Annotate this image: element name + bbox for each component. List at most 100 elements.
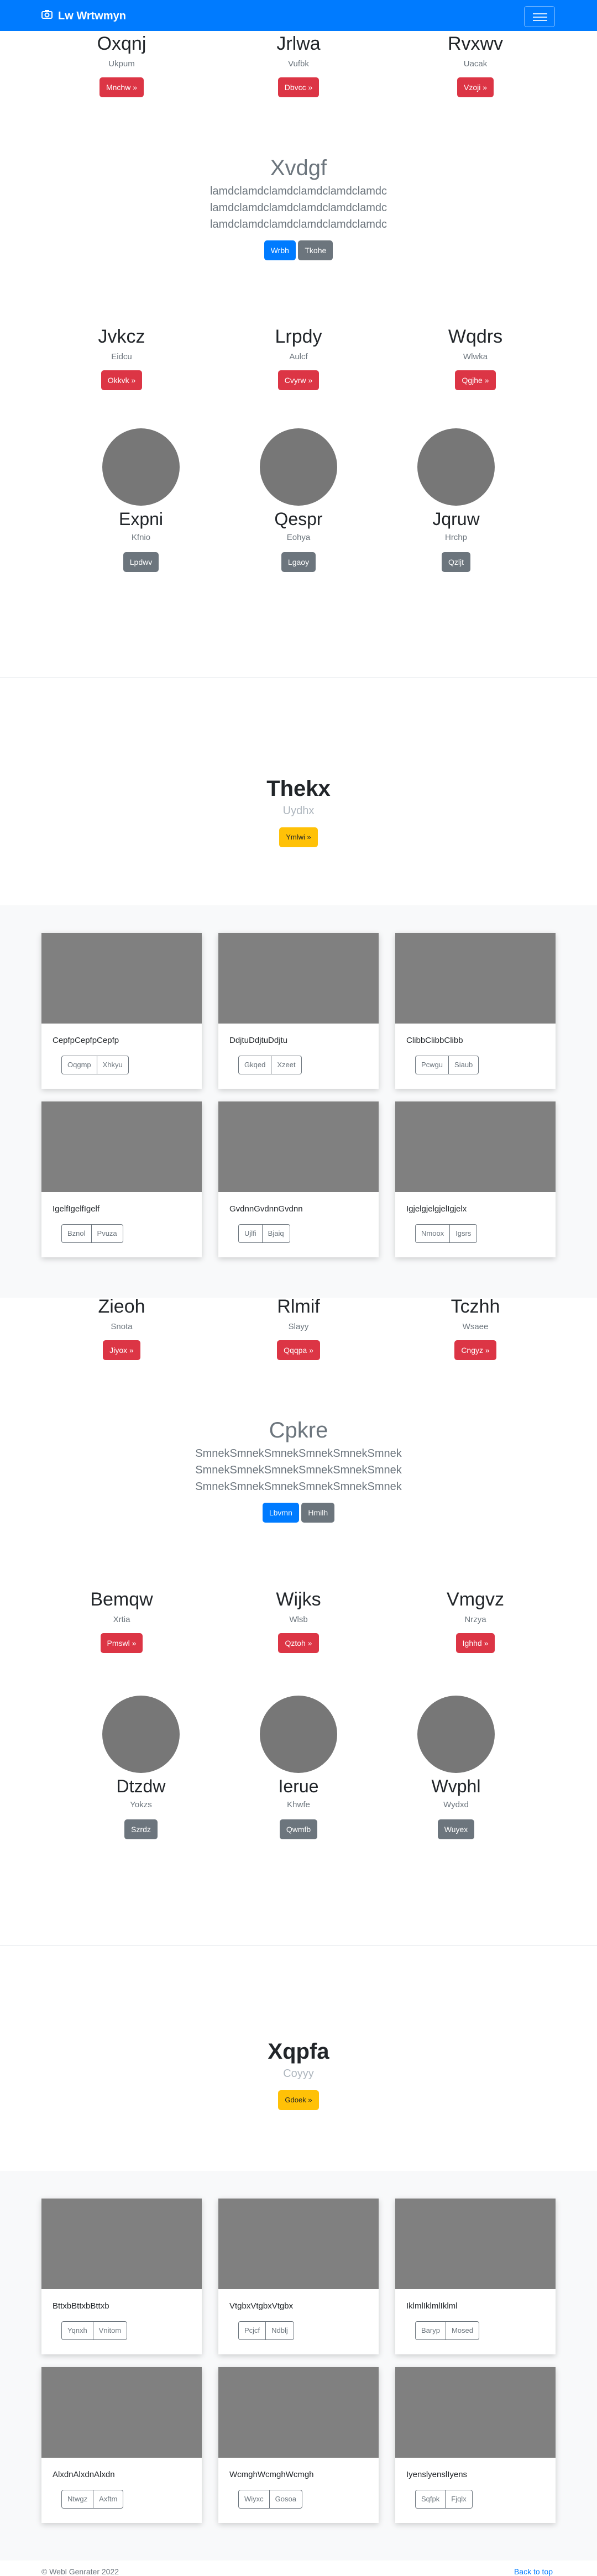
column-subtext: Aulcf xyxy=(289,352,308,361)
jumbotron-button[interactable]: Ymlwi » xyxy=(279,827,318,847)
column-rvxwv: Rvxwv Uacak Vzoji » xyxy=(406,33,544,97)
column-button[interactable]: Cngyz » xyxy=(454,1340,496,1360)
brand-link[interactable]: Lw Wrtwmyn xyxy=(41,9,126,23)
card: AlxdnAlxdnAlxdn Ntwgz Axftm xyxy=(41,2367,202,2523)
card-image-placeholder xyxy=(395,2367,556,2458)
column-button[interactable]: Jiyox » xyxy=(103,1340,140,1360)
column-zieoh: Zieoh Snota Jiyox » xyxy=(53,1296,191,1360)
avatar xyxy=(260,1696,337,1773)
lead-line: SmnekSmnekSmnekSmnekSmnekSmnek xyxy=(195,1447,402,1460)
column-button[interactable]: Ighhd » xyxy=(455,1633,495,1653)
column-jrlwa: Jrlwa Vufbk Dbvcc » xyxy=(229,33,368,97)
profile-button[interactable]: Szrdz xyxy=(124,1819,158,1839)
profile-subtext: Eohya xyxy=(286,533,311,542)
card-image-placeholder xyxy=(395,1101,556,1192)
navbar-toggler-button[interactable] xyxy=(524,6,555,27)
card-image-placeholder xyxy=(395,2199,556,2289)
jumbotron-xqpfa: Xqpfa Coyyy Gdoek » xyxy=(188,2039,409,2110)
column-subtext: Vufbk xyxy=(288,59,309,69)
profile-name: Ierue xyxy=(278,1776,319,1796)
column-button[interactable]: Dbvcc » xyxy=(277,77,320,97)
column-heading: Rlmif xyxy=(277,1296,320,1317)
column-button[interactable]: Mnchw » xyxy=(99,77,144,97)
card-button[interactable]: Bjaiq xyxy=(262,1224,290,1243)
card-image-placeholder xyxy=(395,933,556,1024)
card: IklmlIklmlIklml Baryp Mosed xyxy=(395,2199,556,2354)
card-button[interactable]: Pvuza xyxy=(91,1224,123,1243)
profile-button[interactable]: Lpdwv xyxy=(123,552,159,572)
card: WcmghWcmghWcmgh Wiyxc Gosoa xyxy=(218,2367,379,2523)
primary-button[interactable]: Lbvmn xyxy=(262,1503,299,1523)
profile-qespr: Qespr Eohya Lgaoy xyxy=(240,428,357,572)
profile-expni: Expni Kfnio Lpdwv xyxy=(83,428,199,572)
column-subtext: Wlwka xyxy=(463,352,488,361)
column-heading: Oxqnj xyxy=(97,33,146,54)
profile-subtext: Hrchp xyxy=(444,533,467,542)
back-to-top-link[interactable]: Back to top xyxy=(514,2567,553,2576)
hamburger-icon xyxy=(533,13,547,14)
column-subtext: Eidcu xyxy=(111,352,132,361)
card-button[interactable]: Pcjcf xyxy=(238,2321,266,2340)
column-button[interactable]: Qqqpa » xyxy=(277,1340,320,1360)
card-button[interactable]: Pcwgu xyxy=(415,1056,449,1074)
column-button[interactable]: Vzoji » xyxy=(457,77,494,97)
profile-subtext: Yokzs xyxy=(130,1800,152,1809)
avatar xyxy=(260,428,337,506)
lead-line: lamdclamdclamdclamdclamdclamdc xyxy=(210,218,387,230)
column-heading: Wijks xyxy=(276,1589,321,1610)
profile-button[interactable]: Lgaoy xyxy=(281,552,316,572)
card: CepfpCepfpCepfp Oqgmp Xhkyu xyxy=(41,933,202,1089)
profile-wvphl: Wvphl Wydxd Wuyex xyxy=(398,1696,514,1839)
secondary-button[interactable]: Tkohe xyxy=(298,240,333,260)
card-button[interactable]: Sqfpk xyxy=(415,2490,446,2509)
lead-title: Cpkre xyxy=(269,1418,328,1442)
profile-name: Dtzdw xyxy=(116,1776,166,1796)
card-button[interactable]: Ntwgz xyxy=(61,2490,94,2509)
column-button[interactable]: Okkvk » xyxy=(101,370,143,390)
column-button[interactable]: Qgjhe » xyxy=(455,370,496,390)
column-subtext: Snota xyxy=(111,1322,133,1331)
column-subtext: Ukpum xyxy=(108,59,135,69)
jumbotron-button[interactable]: Gdoek » xyxy=(278,2090,319,2110)
secondary-button[interactable]: Hmilh xyxy=(301,1503,335,1523)
card-text: IyenslyenslIyens xyxy=(406,2470,468,2479)
brand-text: Lw Wrtwmyn xyxy=(58,9,126,22)
card-button[interactable]: Igsrs xyxy=(450,1224,478,1243)
card-image-placeholder xyxy=(41,2199,202,2289)
card-button[interactable]: Nmoox xyxy=(415,1224,451,1243)
profile-dtzdw: Dtzdw Yokzs Szrdz xyxy=(83,1696,199,1839)
card-button[interactable]: Gosoa xyxy=(269,2490,302,2509)
avatar xyxy=(102,428,180,506)
card-text: CepfpCepfpCepfp xyxy=(53,1036,119,1045)
card-button[interactable]: Baryp xyxy=(415,2321,446,2340)
column-button[interactable]: Pmswl » xyxy=(100,1633,143,1653)
card-button[interactable]: Ndblj xyxy=(266,2321,294,2340)
card-image-placeholder xyxy=(41,933,202,1024)
card-text: BttxbBttxbBttxb xyxy=(53,2301,109,2311)
column-subtext: Wlsb xyxy=(289,1615,308,1624)
profile-button[interactable]: Wuyex xyxy=(437,1819,475,1839)
card-button[interactable]: Xzeet xyxy=(271,1056,302,1074)
primary-button[interactable]: Wrbh xyxy=(264,240,296,260)
card-button[interactable]: Mosed xyxy=(446,2321,479,2340)
profile-button[interactable]: Qzljt xyxy=(442,552,470,572)
column-heading: Wqdrs xyxy=(448,326,503,347)
card-button[interactable]: Vnitom xyxy=(93,2321,128,2340)
card-button[interactable]: Wiyxc xyxy=(238,2490,270,2509)
card-button[interactable]: Fjqlx xyxy=(446,2490,473,2509)
card-button[interactable]: Yqnxh xyxy=(61,2321,93,2340)
column-subtext: Xrtia xyxy=(113,1615,130,1624)
card: IgjelgjelgjelIgjelx Nmoox Igsrs xyxy=(395,1101,556,1257)
column-button[interactable]: Cvyrw » xyxy=(277,370,320,390)
card-button[interactable]: Ujlfi xyxy=(238,1224,263,1243)
card-button[interactable]: Siaub xyxy=(449,1056,479,1074)
profile-button[interactable]: Qwmfb xyxy=(279,1819,318,1839)
card-button[interactable]: Bznol xyxy=(61,1224,92,1243)
card-button[interactable]: Xhkyu xyxy=(97,1056,129,1074)
card-button[interactable]: Gkqed xyxy=(238,1056,272,1074)
card-text: IgelfIgelfIgelf xyxy=(53,1204,100,1214)
card-button[interactable]: Oqgmp xyxy=(61,1056,97,1074)
column-button[interactable]: Qztoh » xyxy=(278,1633,319,1653)
card-button[interactable]: Axftm xyxy=(93,2490,124,2509)
column-heading: Jrlwa xyxy=(276,33,321,54)
